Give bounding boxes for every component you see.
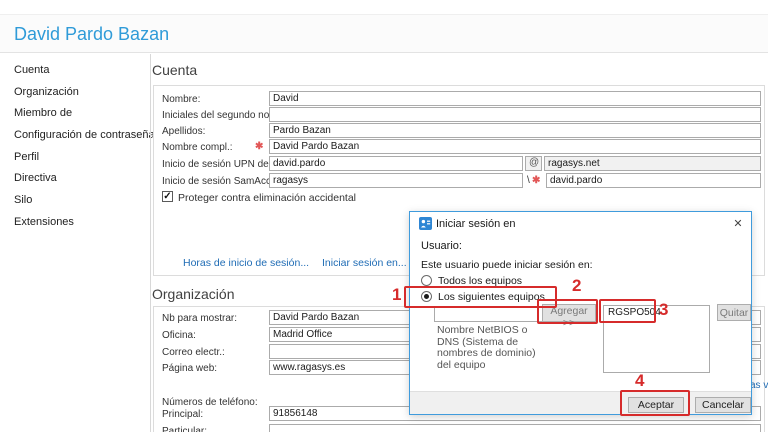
protect-deletion-checkbox[interactable]: ✓ — [162, 191, 173, 202]
annotation-box-1 — [404, 286, 557, 308]
horas-inicio-sesion-link[interactable]: Horas de inicio de sesión... — [183, 257, 309, 269]
usuario-label: Usuario: — [421, 240, 462, 252]
nombre-compl-label: Nombre compl.: — [162, 142, 233, 153]
sidebar-item-cuenta[interactable]: Cuenta — [14, 64, 49, 76]
annotation-box-4 — [620, 390, 690, 416]
particular-field[interactable] — [269, 424, 761, 432]
required-asterisk-icon: ✱ — [532, 175, 540, 186]
upn-field[interactable] — [269, 156, 523, 171]
computer-name-input[interactable] — [434, 307, 544, 322]
apellidos-label: Apellidos: — [162, 126, 205, 137]
oficina-label: Oficina: — [162, 330, 196, 341]
sidebar-item-miembro-de[interactable]: Miembro de — [14, 107, 72, 119]
sidebar-item-config-contrasena[interactable]: Configuración de contraseña — [14, 129, 155, 141]
sidebar-item-silo[interactable]: Silo — [14, 194, 32, 206]
quitar-button[interactable]: Quitar — [717, 304, 751, 321]
annotation-step-4: 4 — [635, 371, 644, 391]
iniciales-label: Iniciales del segundo nom... — [162, 110, 286, 121]
apellidos-field[interactable] — [269, 123, 761, 138]
at-symbol: @ — [525, 156, 542, 171]
cuenta-section-header: Cuenta — [152, 62, 197, 78]
sidebar-item-directiva[interactable]: Directiva — [14, 172, 57, 184]
netbios-hint-text: Nombre NetBIOS o DNS (Sistema de nombres… — [437, 325, 551, 371]
sidebar-divider — [150, 54, 151, 432]
user-dialog-icon — [419, 217, 432, 230]
iniciar-sesion-en-link[interactable]: Iniciar sesión en... — [322, 257, 407, 269]
annotation-step-3: 3 — [659, 300, 668, 320]
radio-todos-los-equipos[interactable] — [421, 275, 432, 286]
sam-separator: \ — [527, 175, 530, 186]
correo-label: Correo electr.: — [162, 347, 225, 358]
nombre-label: Nombre: — [162, 94, 200, 105]
sam-domain-field[interactable] — [269, 173, 523, 188]
app-window: David Pardo Bazan Cuenta Organización Mi… — [0, 0, 768, 432]
telefonos-label: Números de teléfono: — [162, 397, 258, 408]
annotation-step-2: 2 — [572, 276, 581, 296]
sam-account-field[interactable] — [546, 173, 761, 188]
required-asterisk-icon: ✱ — [255, 141, 263, 152]
iniciales-field[interactable] — [269, 107, 761, 122]
nombre-compl-field[interactable] — [269, 139, 761, 154]
protect-deletion-label: Proteger contra eliminación accidental — [178, 192, 356, 204]
sidebar-item-organizacion[interactable]: Organización — [14, 86, 79, 98]
cancelar-button[interactable]: Cancelar — [695, 397, 751, 413]
dialog-title: Iniciar sesión en — [436, 218, 516, 230]
nb-mostrar-label: Nb para mostrar: — [162, 313, 237, 324]
upn-domain-select[interactable]: ragasys.net — [544, 156, 761, 171]
sidebar-item-extensiones[interactable]: Extensiones — [14, 216, 74, 228]
page-title: David Pardo Bazan — [14, 24, 169, 45]
sidebar-item-perfil[interactable]: Perfil — [14, 151, 39, 163]
annotation-step-1: 1 — [392, 285, 401, 305]
instruction-text: Este usuario puede iniciar sesión en: — [421, 259, 593, 271]
close-icon[interactable]: ✕ — [730, 216, 746, 232]
pagina-web-label: Página web: — [162, 363, 217, 374]
truncated-link-fragment[interactable]: as v — [750, 380, 768, 391]
annotation-box-3 — [599, 299, 656, 323]
organizacion-section-header: Organización — [152, 286, 235, 302]
annotation-box-2 — [537, 299, 598, 324]
principal-label: Principal: — [162, 409, 203, 420]
nombre-field[interactable] — [269, 91, 761, 106]
particular-label: Particular: — [162, 426, 207, 432]
